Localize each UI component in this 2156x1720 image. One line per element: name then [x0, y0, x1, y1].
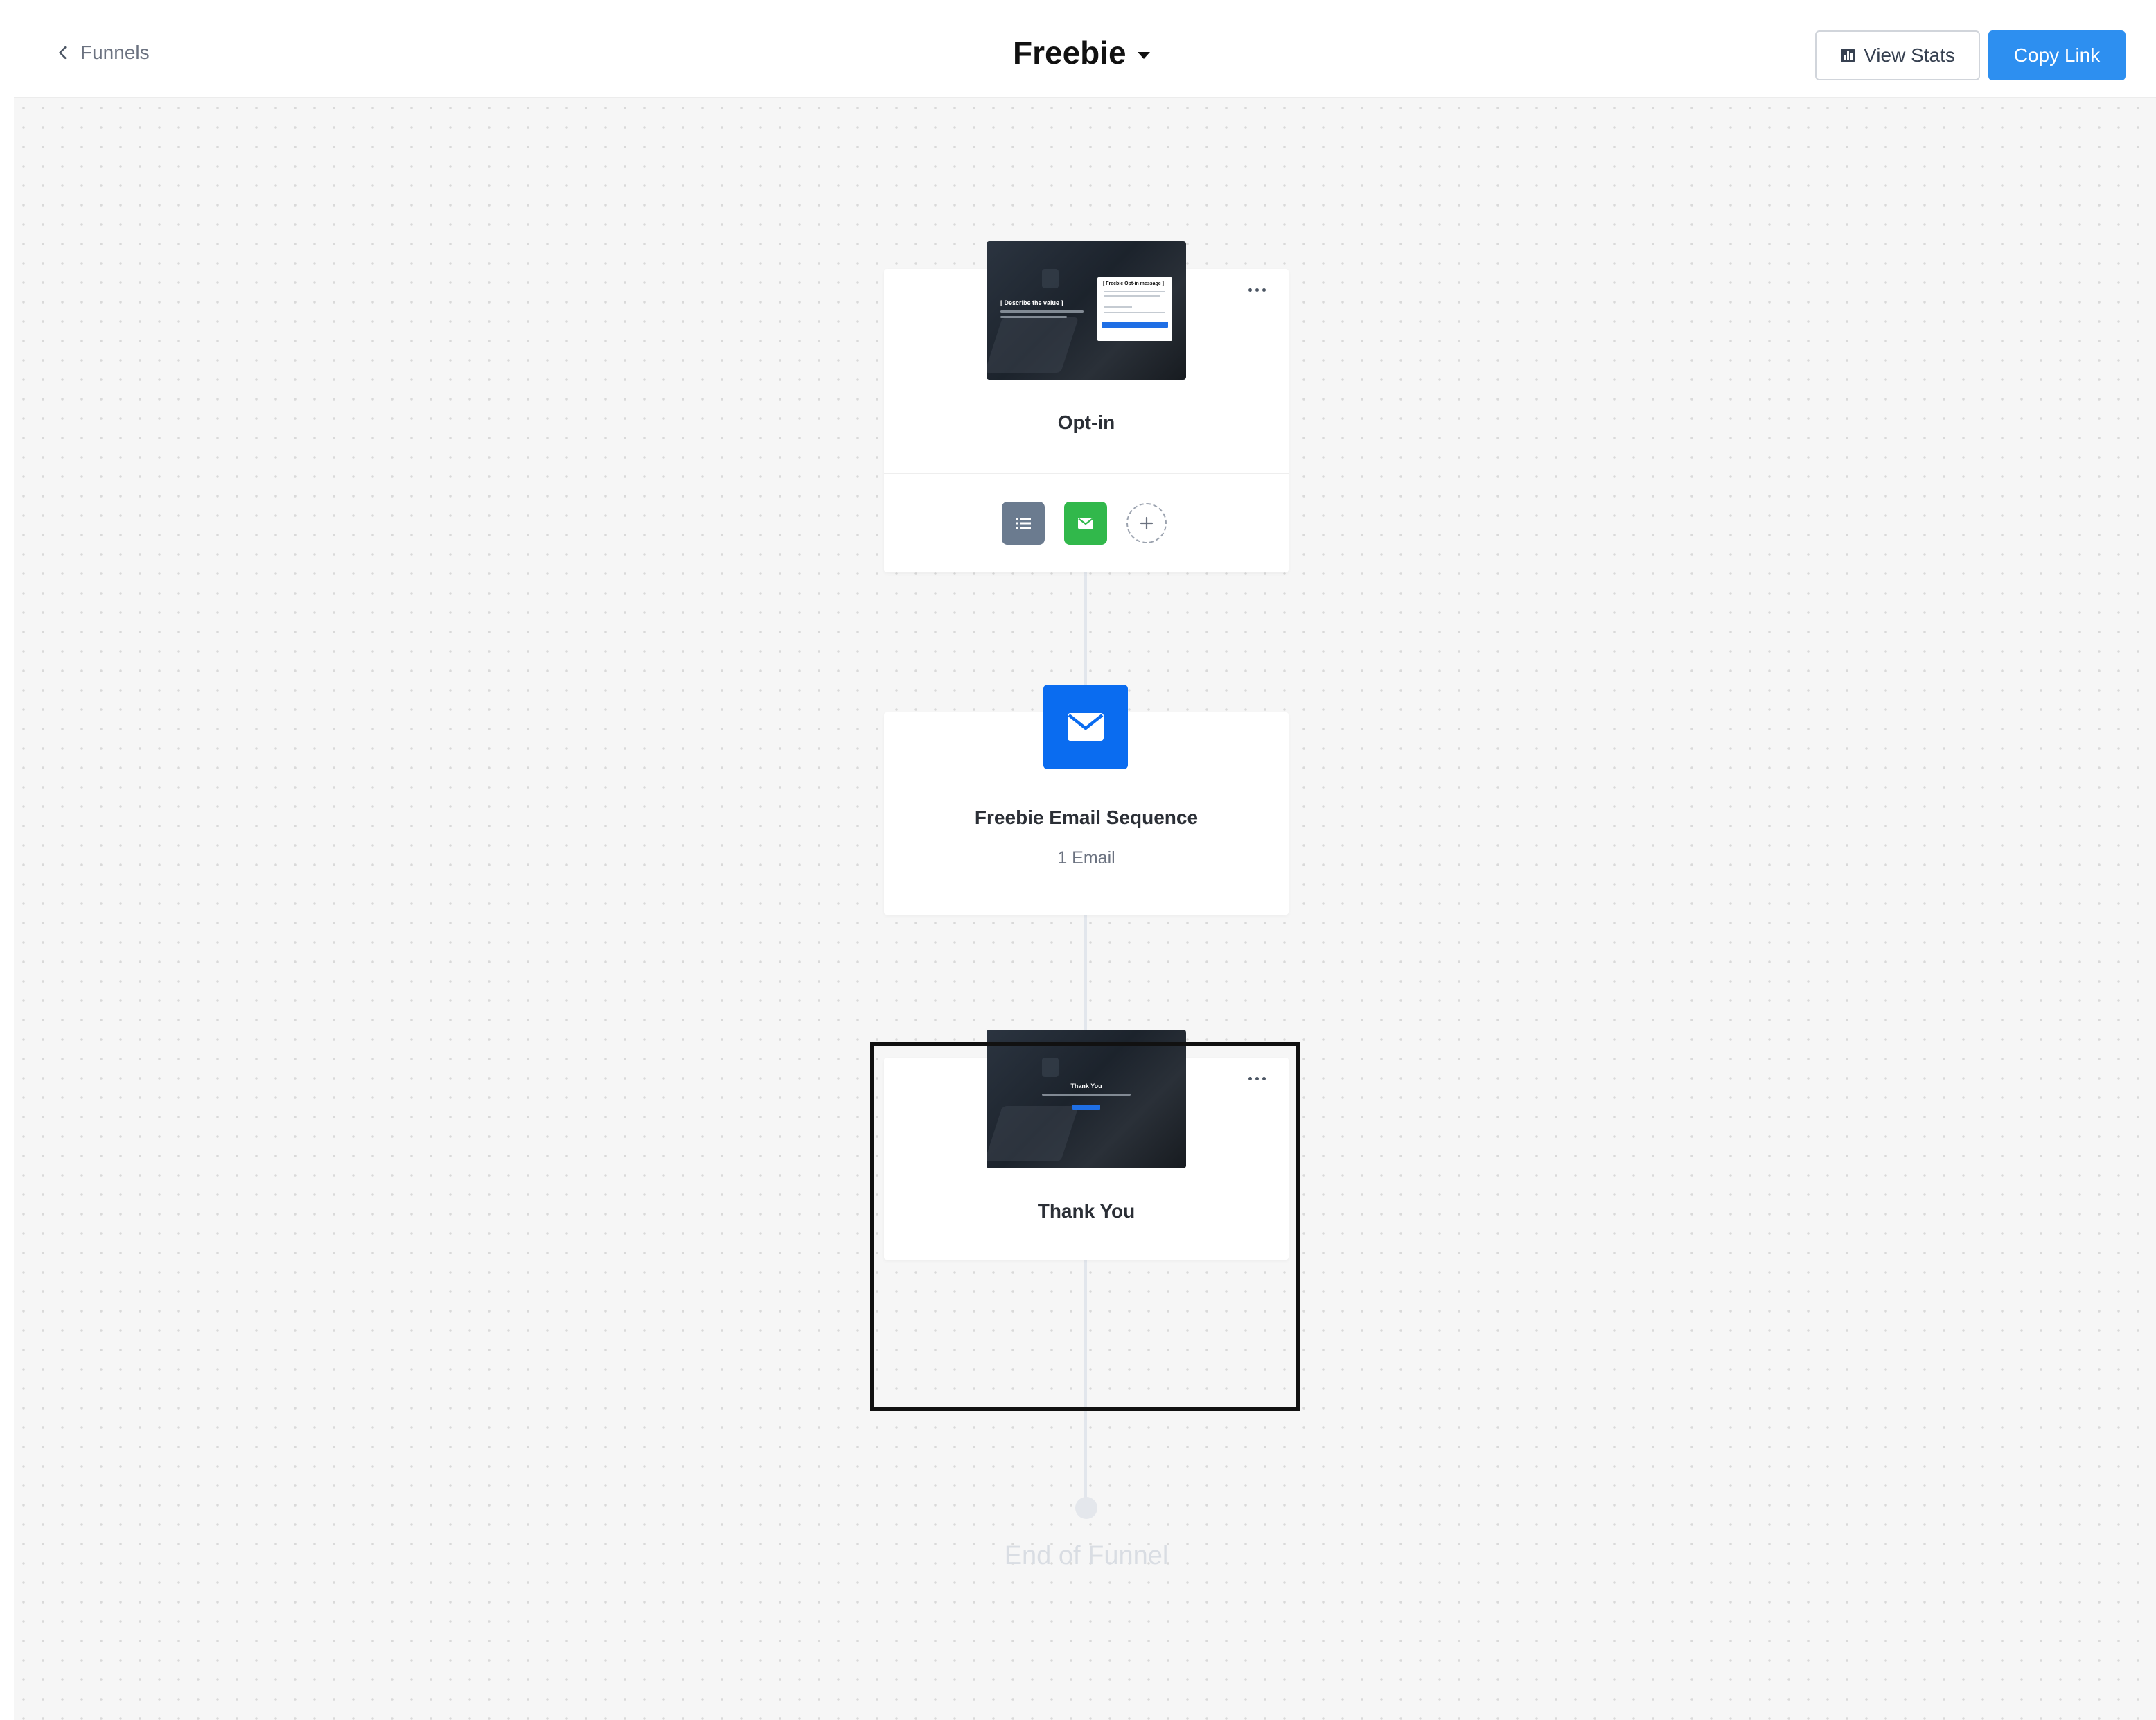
- add-action-button[interactable]: [1126, 503, 1167, 543]
- thumbnail-decoration: [987, 1106, 1079, 1161]
- thumbnail-heading: [ Describe the value ]: [1000, 299, 1063, 306]
- more-options-icon[interactable]: [1248, 1074, 1269, 1082]
- thumbnail-panel-line: [1104, 312, 1165, 313]
- thumbnail-decoration: [987, 317, 1079, 373]
- step-title: Thank You: [1037, 1200, 1136, 1222]
- view-stats-label: View Stats: [1864, 44, 1955, 66]
- copy-link-button[interactable]: Copy Link: [1988, 30, 2126, 80]
- list-icon: [1016, 518, 1031, 529]
- end-of-funnel-dot: [1075, 1497, 1097, 1519]
- bar-chart-icon: [1841, 49, 1855, 62]
- thumbnail-decoration: [1042, 1058, 1059, 1077]
- chevron-left-icon: [59, 46, 67, 60]
- connector-line: [1084, 915, 1087, 1030]
- thumbnail-panel-line: [1104, 306, 1132, 308]
- thumbnail-optin-panel: [ Freebie Opt-in message ]: [1097, 277, 1172, 341]
- page-title: Freebie: [1013, 35, 1126, 71]
- thumbnail-panel-title: [ Freebie Opt-in message ]: [1103, 281, 1164, 286]
- list-action-icon[interactable]: [1002, 502, 1045, 545]
- step-title: Freebie Email Sequence: [974, 807, 1199, 828]
- plus-icon: [1140, 516, 1154, 530]
- thumbnail-button: [1072, 1105, 1100, 1110]
- more-options-icon[interactable]: [1248, 286, 1269, 294]
- thumbnail-decoration: [1042, 269, 1059, 288]
- email-sequence-badge[interactable]: [1043, 685, 1128, 769]
- envelope-icon: [1068, 713, 1104, 741]
- copy-link-label: Copy Link: [2013, 44, 2101, 66]
- thumbnail-panel-line: [1104, 291, 1165, 292]
- opt-in-page-thumbnail[interactable]: [ Describe the value ] [ Freebie Opt-in …: [987, 241, 1186, 380]
- email-action-icon[interactable]: [1064, 502, 1107, 545]
- connector-line: [1084, 1260, 1087, 1498]
- thumbnail-text-line: [1042, 1094, 1131, 1096]
- step-title: Opt-in: [1057, 412, 1115, 433]
- thumbnail-text-line: [1000, 316, 1067, 318]
- end-of-funnel-label: End of Funnel: [1004, 1541, 1169, 1570]
- divider: [884, 473, 1289, 474]
- thumbnail-heading: Thank You: [1070, 1082, 1102, 1089]
- thumbnail-text-line: [1000, 310, 1084, 313]
- thumbnail-panel-line: [1104, 295, 1160, 297]
- thumbnail-panel-button: [1102, 322, 1168, 328]
- caret-down-icon: [1137, 52, 1150, 59]
- funnel-title-dropdown[interactable]: Freebie: [1013, 32, 1151, 73]
- view-stats-button[interactable]: View Stats: [1815, 30, 1980, 80]
- back-link-label: Funnels: [80, 42, 150, 63]
- back-to-funnels-link[interactable]: Funnels: [55, 39, 150, 67]
- top-bar: Funnels Freebie View Stats Copy Link: [0, 0, 2156, 97]
- connector-line: [1084, 572, 1087, 685]
- email-icon: [1078, 518, 1093, 529]
- step-subtitle: 1 Email: [1057, 848, 1115, 868]
- thank-you-page-thumbnail[interactable]: Thank You: [987, 1030, 1186, 1168]
